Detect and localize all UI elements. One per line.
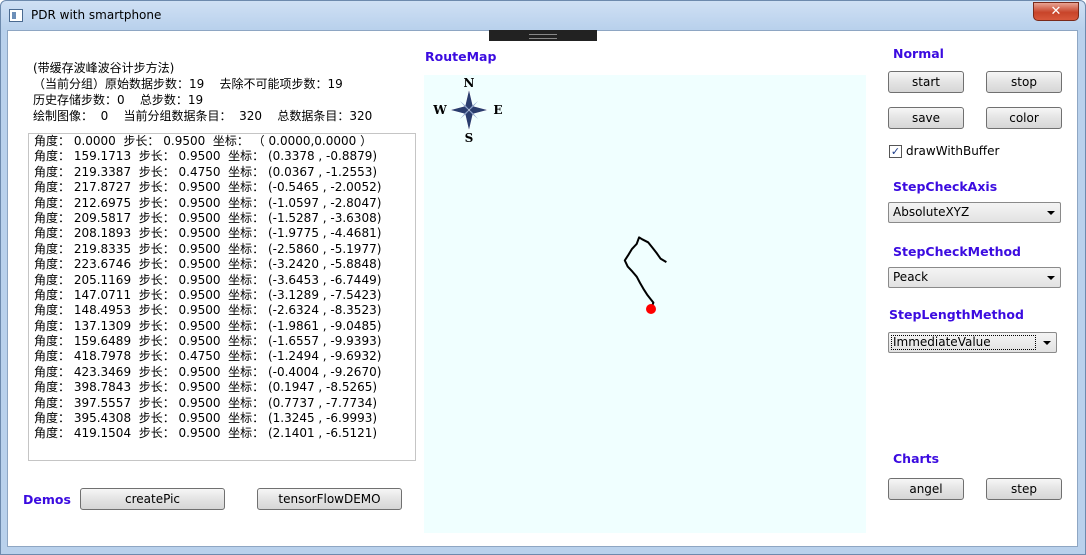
demos-label: Demos <box>23 492 71 507</box>
list-item[interactable]: 角度： 205.1169 步长： 0.9500 坐标： (-3.6453 , -… <box>29 273 415 288</box>
step-check-method-label: StepCheckMethod <box>893 244 1022 259</box>
compass-n: N <box>464 76 475 90</box>
list-item[interactable]: 角度： 219.8335 步长： 0.9500 坐标： (-2.5860 , -… <box>29 242 415 257</box>
compass-s: S <box>465 131 474 145</box>
start-position-marker <box>646 304 656 314</box>
close-button[interactable]: ✕ <box>1033 2 1079 21</box>
start-button[interactable]: start <box>888 71 964 93</box>
list-item[interactable]: 角度： 423.3469 步长： 0.9500 坐标： (-0.4004 , -… <box>29 365 415 380</box>
step-check-axis-value: AbsoluteXYZ <box>893 205 970 219</box>
data-entry-counts: 绘制图像： 0 当前分组数据条目： 320 总数据条目：320 <box>33 109 373 123</box>
title-bar[interactable]: PDR with smartphone ✕ <box>1 1 1085 31</box>
window-icon <box>9 9 23 22</box>
total-step-counts: 历史存储步数：0 总步数：19 <box>33 93 204 107</box>
chevron-down-icon <box>1043 341 1051 345</box>
list-item[interactable]: 角度： 223.6746 步长： 0.9500 坐标： (-3.2420 , -… <box>29 257 415 272</box>
normal-label: Normal <box>893 46 944 61</box>
list-item[interactable]: 角度： 137.1309 步长： 0.9500 坐标： (-1.9861 , -… <box>29 319 415 334</box>
list-item[interactable]: 角度： 418.7978 步长： 0.4750 坐标： (-1.2494 , -… <box>29 349 415 364</box>
group-step-counts: （当前分组）原始数据步数：19 去除不可能项步数：19 <box>33 77 343 91</box>
tensorflow-demo-button[interactable]: tensorFlowDEMO <box>257 488 402 510</box>
window-title: PDR with smartphone <box>31 8 162 22</box>
list-item[interactable]: 角度： 159.1713 步长： 0.9500 坐标： (0.3378 , -0… <box>29 149 415 164</box>
list-item[interactable]: 角度： 217.8727 步长： 0.9500 坐标： (-0.5465 , -… <box>29 180 415 195</box>
draw-with-buffer-checkbox[interactable]: ✓ <box>889 145 902 158</box>
list-item[interactable]: 角度： 159.6489 步长： 0.9500 坐标： (-1.6557 , -… <box>29 334 415 349</box>
drag-grip-handle[interactable] <box>489 30 597 41</box>
list-item[interactable]: 角度： 419.1504 步长： 0.9500 坐标： (2.1401 , -6… <box>29 426 415 441</box>
step-check-axis-select[interactable]: AbsoluteXYZ <box>888 202 1061 223</box>
step-log-list[interactable]: 角度： 0.0000 步长： 0.9500 坐标： （ 0.0000,0.000… <box>28 133 416 461</box>
method-description: (带缓存波峰波谷计步方法) <box>33 61 175 75</box>
focus-rectangle <box>891 335 1036 350</box>
color-button[interactable]: color <box>986 107 1062 129</box>
compass-w: W <box>432 103 447 117</box>
list-item[interactable]: 角度： 147.0711 步长： 0.9500 坐标： (-3.1289 , -… <box>29 288 415 303</box>
step-check-method-value: Peack <box>893 270 929 284</box>
step-check-method-select[interactable]: Peack <box>888 267 1061 288</box>
save-button[interactable]: save <box>888 107 964 129</box>
step-chart-button[interactable]: step <box>986 478 1062 500</box>
chevron-down-icon <box>1047 211 1055 215</box>
route-path-line <box>623 236 667 310</box>
create-pic-button[interactable]: createPic <box>80 488 225 510</box>
angel-chart-button[interactable]: angel <box>888 478 964 500</box>
list-item[interactable]: 角度： 398.7843 步长： 0.9500 坐标： (0.1947 , -8… <box>29 380 415 395</box>
list-item[interactable]: 角度： 397.5557 步长： 0.9500 坐标： (0.7737 , -7… <box>29 396 415 411</box>
step-length-method-select[interactable]: ImmediateValue <box>888 332 1057 353</box>
list-item[interactable]: 角度： 208.1893 步长： 0.9500 坐标： (-1.9775 , -… <box>29 226 415 241</box>
list-item[interactable]: 角度： 212.6975 步长： 0.9500 坐标： (-1.0597 , -… <box>29 196 415 211</box>
compass-rose-icon: N S W E <box>432 76 502 145</box>
chevron-down-icon <box>1047 276 1055 280</box>
step-check-axis-label: StepCheckAxis <box>893 179 998 194</box>
list-item[interactable]: 角度： 0.0000 步长： 0.9500 坐标： （ 0.0000,0.000… <box>29 134 415 149</box>
compass-e: E <box>493 103 502 117</box>
list-item[interactable]: 角度： 395.4308 步长： 0.9500 坐标： (1.3245 , -6… <box>29 411 415 426</box>
charts-label: Charts <box>893 451 940 466</box>
routemap-label: RouteMap <box>425 49 497 64</box>
list-item[interactable]: 角度： 209.5817 步长： 0.9500 坐标： (-1.5287 , -… <box>29 211 415 226</box>
draw-with-buffer-label: drawWithBuffer <box>906 144 1000 158</box>
list-item[interactable]: 角度： 219.3387 步长： 0.4750 坐标： (0.0367 , -1… <box>29 165 415 180</box>
list-item[interactable]: 角度： 148.4953 步长： 0.9500 坐标： (-2.6324 , -… <box>29 303 415 318</box>
step-length-method-label: StepLengthMethod <box>889 307 1024 322</box>
stop-button[interactable]: stop <box>986 71 1062 93</box>
